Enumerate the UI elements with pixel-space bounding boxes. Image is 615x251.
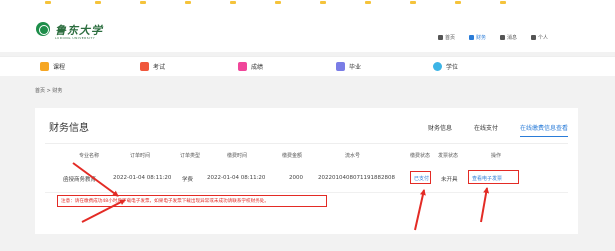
- nav-item-label: 考试: [153, 64, 166, 71]
- degree-icon: [433, 62, 442, 71]
- finance-card: 财务信息 财务信息 在线支付 在线缴费信息查看 专业名称 订单时间 订单类型 缴…: [35, 108, 578, 234]
- top-link-label: 首页: [445, 34, 456, 41]
- top-link-label: 消息: [507, 34, 518, 41]
- exam-icon: [140, 62, 149, 71]
- decorative-dot-strip: [0, 0, 615, 4]
- graduate-icon: [336, 62, 345, 71]
- top-header: 鲁东大学 LUDONG UNIVERSITY 首页 财务 消息 个人: [0, 0, 615, 52]
- column-header: 操作: [491, 153, 502, 159]
- invoice-notice-text: 注意：请在缴费成功48小时后下载电子发票，如果电子发票下载出现异常或未成功请联系…: [61, 199, 269, 204]
- nav-item-exam[interactable]: 考试: [140, 62, 165, 71]
- finance-tabs: 财务信息 在线支付 在线缴费信息查看: [428, 123, 568, 137]
- cell-order-time: 2022-01-04 08:11:20: [113, 175, 172, 181]
- course-icon: [40, 62, 49, 71]
- user-icon: [531, 34, 537, 40]
- nav-item-label: 学位: [446, 64, 459, 71]
- column-header: 订单时间: [130, 153, 151, 159]
- finance-icon: [469, 34, 475, 40]
- tab-payment-records[interactable]: 在线缴费信息查看: [519, 123, 568, 137]
- cell-amount: 2000: [289, 175, 303, 181]
- top-links: 首页 财务 消息 个人: [438, 32, 548, 42]
- top-link-profile[interactable]: 个人: [531, 34, 548, 41]
- page-title: 财务信息: [49, 123, 89, 134]
- divider: [45, 143, 568, 144]
- invoice-notice: 注意：请在缴费成功48小时后下载电子发票，如果电子发票下载出现异常或未成功请联系…: [57, 195, 327, 207]
- pay-status-highlight: 已支付: [410, 171, 431, 184]
- divider: [45, 192, 568, 193]
- top-link-messages[interactable]: 消息: [500, 34, 517, 41]
- cell-order-type: 学费: [182, 177, 194, 183]
- nav-item-label: 课程: [53, 64, 66, 71]
- column-header: 订单类型: [180, 153, 201, 159]
- breadcrumb[interactable]: 首页 > 财务: [35, 87, 62, 94]
- main-nav: 课程 考试 成绩 毕业 学位: [0, 56, 615, 76]
- top-link-label: 财务: [476, 34, 487, 41]
- nav-item-score[interactable]: 成绩: [238, 62, 263, 71]
- column-header: 专业名称: [79, 153, 100, 159]
- cell-serial: 2022010408071191882808: [318, 175, 395, 181]
- home-icon: [438, 34, 443, 40]
- top-link-finance[interactable]: 财务: [469, 34, 486, 41]
- column-header: 流水号: [345, 153, 361, 159]
- university-name-en: LUDONG UNIVERSITY: [55, 36, 96, 40]
- nav-item-degree[interactable]: 学位: [433, 62, 458, 71]
- top-link-home[interactable]: 首页: [438, 34, 455, 41]
- column-header: 发票状态: [438, 153, 459, 159]
- view-e-invoice-button[interactable]: 查看电子发票: [468, 170, 519, 184]
- tab-finance-info[interactable]: 财务信息: [428, 123, 452, 137]
- column-header: 缴费状态: [410, 153, 431, 159]
- score-icon: [238, 62, 247, 71]
- nav-item-graduate[interactable]: 毕业: [336, 62, 361, 71]
- university-seal-icon[interactable]: [36, 22, 50, 36]
- nav-item-label: 成绩: [251, 64, 264, 71]
- cell-major: 函授商务教育: [63, 177, 97, 183]
- column-header: 缴费时间: [227, 153, 248, 159]
- cell-invoice-status: 未开具: [441, 177, 458, 183]
- nav-item-label: 毕业: [349, 64, 362, 71]
- table-header: 专业名称 订单时间 订单类型 缴费时间 缴费金额 流水号 缴费状态 发票状态 操…: [45, 152, 568, 162]
- view-e-invoice-label: 查看电子发票: [472, 176, 503, 182]
- cell-pay-time: 2022-01-04 08:11:20: [207, 175, 266, 181]
- tab-online-payment[interactable]: 在线支付: [474, 123, 498, 137]
- column-header: 缴费金额: [282, 153, 303, 159]
- nav-item-course[interactable]: 课程: [40, 62, 65, 71]
- bell-icon: [500, 34, 506, 40]
- cell-pay-status: 已支付: [414, 176, 430, 182]
- top-link-label: 个人: [538, 34, 549, 41]
